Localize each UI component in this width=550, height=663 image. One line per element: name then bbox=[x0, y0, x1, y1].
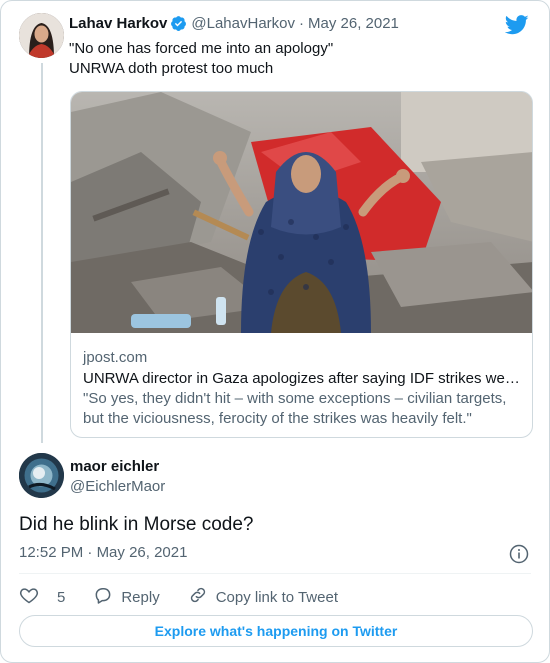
copy-link-button[interactable]: Copy link to Tweet bbox=[188, 585, 338, 609]
embedded-tweet-card: Lahav Harkov @LahavHarkov · May 26, 2021… bbox=[0, 0, 550, 663]
quoted-tweet-line-1: "No one has forced me into an apology" bbox=[69, 40, 334, 57]
timestamp-separator: · bbox=[87, 544, 93, 561]
link-icon bbox=[188, 585, 216, 609]
verified-badge-icon bbox=[170, 15, 187, 32]
link-domain: jpost.com bbox=[83, 349, 148, 366]
like-count: 5 bbox=[57, 588, 66, 606]
link-title: UNRWA director in Gaza apologizes after … bbox=[83, 370, 520, 387]
quoted-tweet-header: Lahav Harkov @LahavHarkov · May 26, 2021 bbox=[69, 15, 399, 32]
quoted-tweet-text: "No one has forced me into an apology" U… bbox=[69, 39, 333, 79]
link-preview-image bbox=[71, 92, 532, 333]
quoted-author-handle[interactable]: @LahavHarkov bbox=[191, 15, 295, 32]
heart-icon bbox=[19, 585, 47, 609]
reply-icon bbox=[93, 585, 121, 609]
reply-button[interactable]: Reply bbox=[93, 585, 160, 609]
explore-twitter-button[interactable]: Explore what's happening on Twitter bbox=[19, 615, 533, 647]
twitter-bird-icon[interactable] bbox=[504, 15, 529, 40]
thread-connector-line bbox=[41, 63, 43, 443]
like-button[interactable]: 5 bbox=[19, 585, 65, 609]
header-separator: · bbox=[299, 15, 304, 32]
link-description: "So yes, they didn't hit – with some exc… bbox=[83, 390, 507, 427]
reply-tweet-text: Did he blink in Morse code? bbox=[19, 514, 254, 535]
avatar-maor-eichler[interactable] bbox=[19, 453, 64, 498]
tweet-timestamp[interactable]: 12:52 PM · May 26, 2021 bbox=[19, 544, 187, 561]
reply-author-handle[interactable]: @EichlerMaor bbox=[70, 477, 165, 497]
avatar-lahav-harkov[interactable] bbox=[19, 13, 64, 58]
reply-author-name[interactable]: maor eichler bbox=[70, 457, 165, 477]
quoted-tweet-date[interactable]: May 26, 2021 bbox=[308, 15, 399, 32]
reply-header: maor eichler @EichlerMaor bbox=[70, 457, 165, 497]
tweet-time: 12:52 PM bbox=[19, 544, 84, 561]
link-preview-text: jpost.com UNRWA director in Gaza apologi… bbox=[83, 348, 523, 429]
link-preview-card[interactable]: jpost.com UNRWA director in Gaza apologi… bbox=[70, 91, 533, 438]
tweet-actions: 5 Reply Copy link to Tweet bbox=[19, 585, 366, 609]
copy-link-label: Copy link to Tweet bbox=[215, 588, 338, 606]
reply-label: Reply bbox=[121, 588, 160, 606]
info-icon[interactable] bbox=[509, 544, 529, 569]
tweet-date: May 26, 2021 bbox=[96, 544, 188, 561]
quoted-author-name[interactable]: Lahav Harkov bbox=[69, 15, 167, 32]
actions-divider bbox=[19, 573, 531, 574]
quoted-tweet-line-2: UNRWA doth protest too much bbox=[69, 60, 274, 77]
